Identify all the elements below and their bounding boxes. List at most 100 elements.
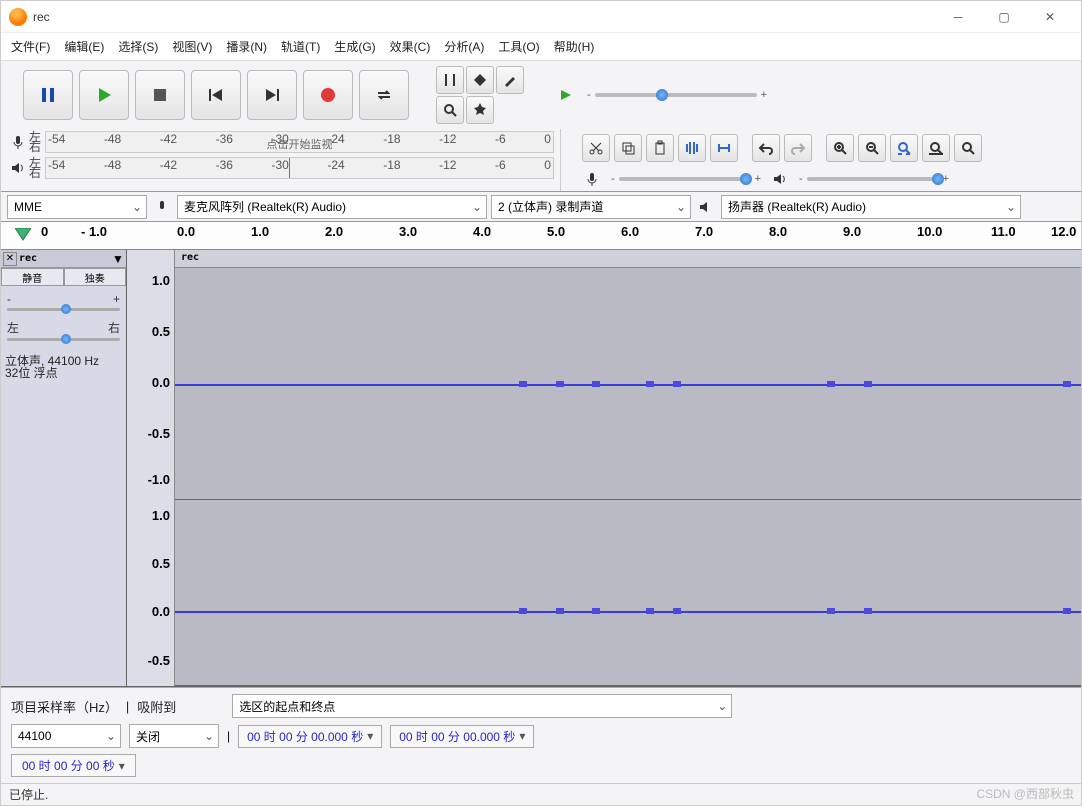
menu-tools[interactable]: 工具(O) <box>498 38 539 55</box>
zoom-toggle-button[interactable] <box>954 134 982 162</box>
project-rate-select[interactable]: 44100 <box>11 724 121 748</box>
play-meter[interactable]: -54-48-42-36-30-24-18-12-60 <box>45 157 554 179</box>
mixer-toolbar: -+ -+ <box>561 167 1081 191</box>
mute-button[interactable]: 静音 <box>1 268 64 286</box>
snap-label: 吸附到 <box>137 697 176 716</box>
tracks-area: ✕ rec ▼ 静音 独奏 -+ 左右 立体声, 44100 Hz 32位 浮点… <box>1 250 1081 687</box>
copy-button[interactable] <box>614 134 642 162</box>
menu-generate[interactable]: 生成(G) <box>334 38 375 55</box>
watermark: CSDN @西部秋虫 <box>976 785 1074 802</box>
speaker-icon <box>695 199 717 215</box>
rec-meter-row: 左右 -54-48-42-36-30-24-18-12-60 点击开始监视 <box>1 129 560 155</box>
speaker-icon <box>769 171 791 187</box>
selection-start[interactable]: 00 时 00 分 00.000 秒▾ <box>238 725 382 748</box>
output-device-select[interactable]: 扬声器 (Realtek(R) Audio) <box>721 195 1021 219</box>
waveform-left[interactable] <box>175 268 1081 500</box>
window-title: rec <box>33 10 935 24</box>
play-button[interactable] <box>79 70 129 120</box>
selection-mode-select[interactable]: 选区的起点和终点 <box>232 694 732 718</box>
status-text: 已停止. <box>9 786 48 803</box>
track-menu-button[interactable]: ▼ <box>112 252 124 266</box>
mic-icon <box>581 171 603 187</box>
redo-button[interactable] <box>784 134 812 162</box>
selection-toolbar: 项目采样率（Hz） | 吸附到 选区的起点和终点 44100 关闭 | 00 时… <box>1 687 1081 783</box>
playhead-icon[interactable] <box>15 228 31 242</box>
v-axis: 1.0 0.5 0.0 -0.5 <box>127 500 175 686</box>
track-name[interactable]: rec <box>19 253 110 264</box>
solo-button[interactable]: 独奏 <box>64 268 127 286</box>
speaker-icon <box>7 160 29 176</box>
play-volume-slider[interactable]: -+ <box>799 173 949 185</box>
mic-icon <box>151 199 173 215</box>
audio-position[interactable]: 00 时 00 分 00 秒▾ <box>11 754 136 777</box>
track-info: 立体声, 44100 Hz 32位 浮点 <box>1 351 126 383</box>
app-window: rec ─ ▢ ✕ 文件(F) 编辑(E) 选择(S) 视图(V) 播录(N) … <box>0 0 1082 806</box>
waveform-right[interactable] <box>175 500 1081 686</box>
undo-button[interactable] <box>752 134 780 162</box>
play-speed-slider[interactable]: - + <box>587 89 767 101</box>
maximize-button[interactable]: ▢ <box>981 2 1027 32</box>
zoom-sel-button[interactable] <box>890 134 918 162</box>
tool-area: - + 左右 -54-48-42-36-30-24-18-12-60 <box>1 61 1081 192</box>
menu-edit[interactable]: 编辑(E) <box>64 38 104 55</box>
clip-title[interactable]: rec <box>175 250 1081 268</box>
trim-button[interactable] <box>678 134 706 162</box>
menu-view[interactable]: 视图(V) <box>172 38 212 55</box>
cut-button[interactable] <box>582 134 610 162</box>
waveform-area: rec 1.0 0.5 0.0 -0.5 -1.0 1.0 <box>127 250 1081 686</box>
play-meter-group: - + <box>541 72 783 118</box>
record-button[interactable] <box>303 70 353 120</box>
selection-end[interactable]: 00 时 00 分 00.000 秒▾ <box>390 725 534 748</box>
play-speed-button[interactable] <box>552 81 580 109</box>
menu-transport[interactable]: 播录(N) <box>226 38 267 55</box>
loop-button[interactable] <box>359 70 409 120</box>
skip-start-button[interactable] <box>191 70 241 120</box>
zoom-tool-button[interactable] <box>436 96 464 124</box>
channel-right-label: 右 <box>29 142 41 152</box>
minimize-button[interactable]: ─ <box>935 2 981 32</box>
rate-label: 项目采样率（Hz） <box>11 697 118 716</box>
zoom-in-button[interactable] <box>826 134 854 162</box>
menu-tracks[interactable]: 轨道(T) <box>281 38 320 55</box>
snap-select[interactable]: 关闭 <box>129 724 219 748</box>
zoom-out-button[interactable] <box>858 134 886 162</box>
paste-button[interactable] <box>646 134 674 162</box>
pause-button[interactable] <box>23 70 73 120</box>
mic-icon <box>7 134 29 150</box>
skip-end-button[interactable] <box>247 70 297 120</box>
input-device-select[interactable]: 麦克风阵列 (Realtek(R) Audio) <box>177 195 487 219</box>
silence-button[interactable] <box>710 134 738 162</box>
app-icon <box>9 8 27 26</box>
rec-meter[interactable]: -54-48-42-36-30-24-18-12-60 点击开始监视 <box>45 131 554 153</box>
selection-tool-button[interactable] <box>436 66 464 94</box>
tools-toolbar <box>431 61 529 129</box>
edit-toolbar <box>561 129 1081 167</box>
titlebar: rec ─ ▢ ✕ <box>1 1 1081 33</box>
rec-volume-slider[interactable]: -+ <box>611 173 761 185</box>
menu-analyze[interactable]: 分析(A) <box>444 38 484 55</box>
timeline-ruler[interactable]: 0 - 1.0 0.0 1.0 2.0 3.0 4.0 5.0 6.0 7.0 … <box>1 222 1081 250</box>
zoom-fit-button[interactable] <box>922 134 950 162</box>
track-close-button[interactable]: ✕ <box>3 252 17 266</box>
play-meter-row: 左右 -54-48-42-36-30-24-18-12-60 <box>1 155 560 181</box>
statusbar: 已停止. <box>1 783 1081 805</box>
stop-button[interactable] <box>135 70 185 120</box>
device-toolbar: MME 麦克风阵列 (Realtek(R) Audio) 2 (立体声) 录制声… <box>1 192 1081 222</box>
close-button[interactable]: ✕ <box>1027 2 1073 32</box>
rec-channels-select[interactable]: 2 (立体声) 录制声道 <box>491 195 691 219</box>
meter-hint: 点击开始监视 <box>46 136 553 152</box>
gain-slider[interactable] <box>7 308 120 311</box>
menu-file[interactable]: 文件(F) <box>11 38 50 55</box>
pan-slider[interactable] <box>7 338 120 341</box>
audio-host-select[interactable]: MME <box>7 195 147 219</box>
menu-select[interactable]: 选择(S) <box>118 38 158 55</box>
v-axis: 1.0 0.5 0.0 -0.5 -1.0 <box>127 268 175 500</box>
multi-tool-button[interactable] <box>466 96 494 124</box>
track-control-panel: ✕ rec ▼ 静音 独奏 -+ 左右 立体声, 44100 Hz 32位 浮点 <box>1 250 127 686</box>
envelope-tool-button[interactable] <box>466 66 494 94</box>
menu-help[interactable]: 帮助(H) <box>554 38 595 55</box>
draw-tool-button[interactable] <box>496 66 524 94</box>
menu-effect[interactable]: 效果(C) <box>390 38 431 55</box>
menubar: 文件(F) 编辑(E) 选择(S) 视图(V) 播录(N) 轨道(T) 生成(G… <box>1 33 1081 61</box>
transport-toolbar <box>13 64 419 126</box>
